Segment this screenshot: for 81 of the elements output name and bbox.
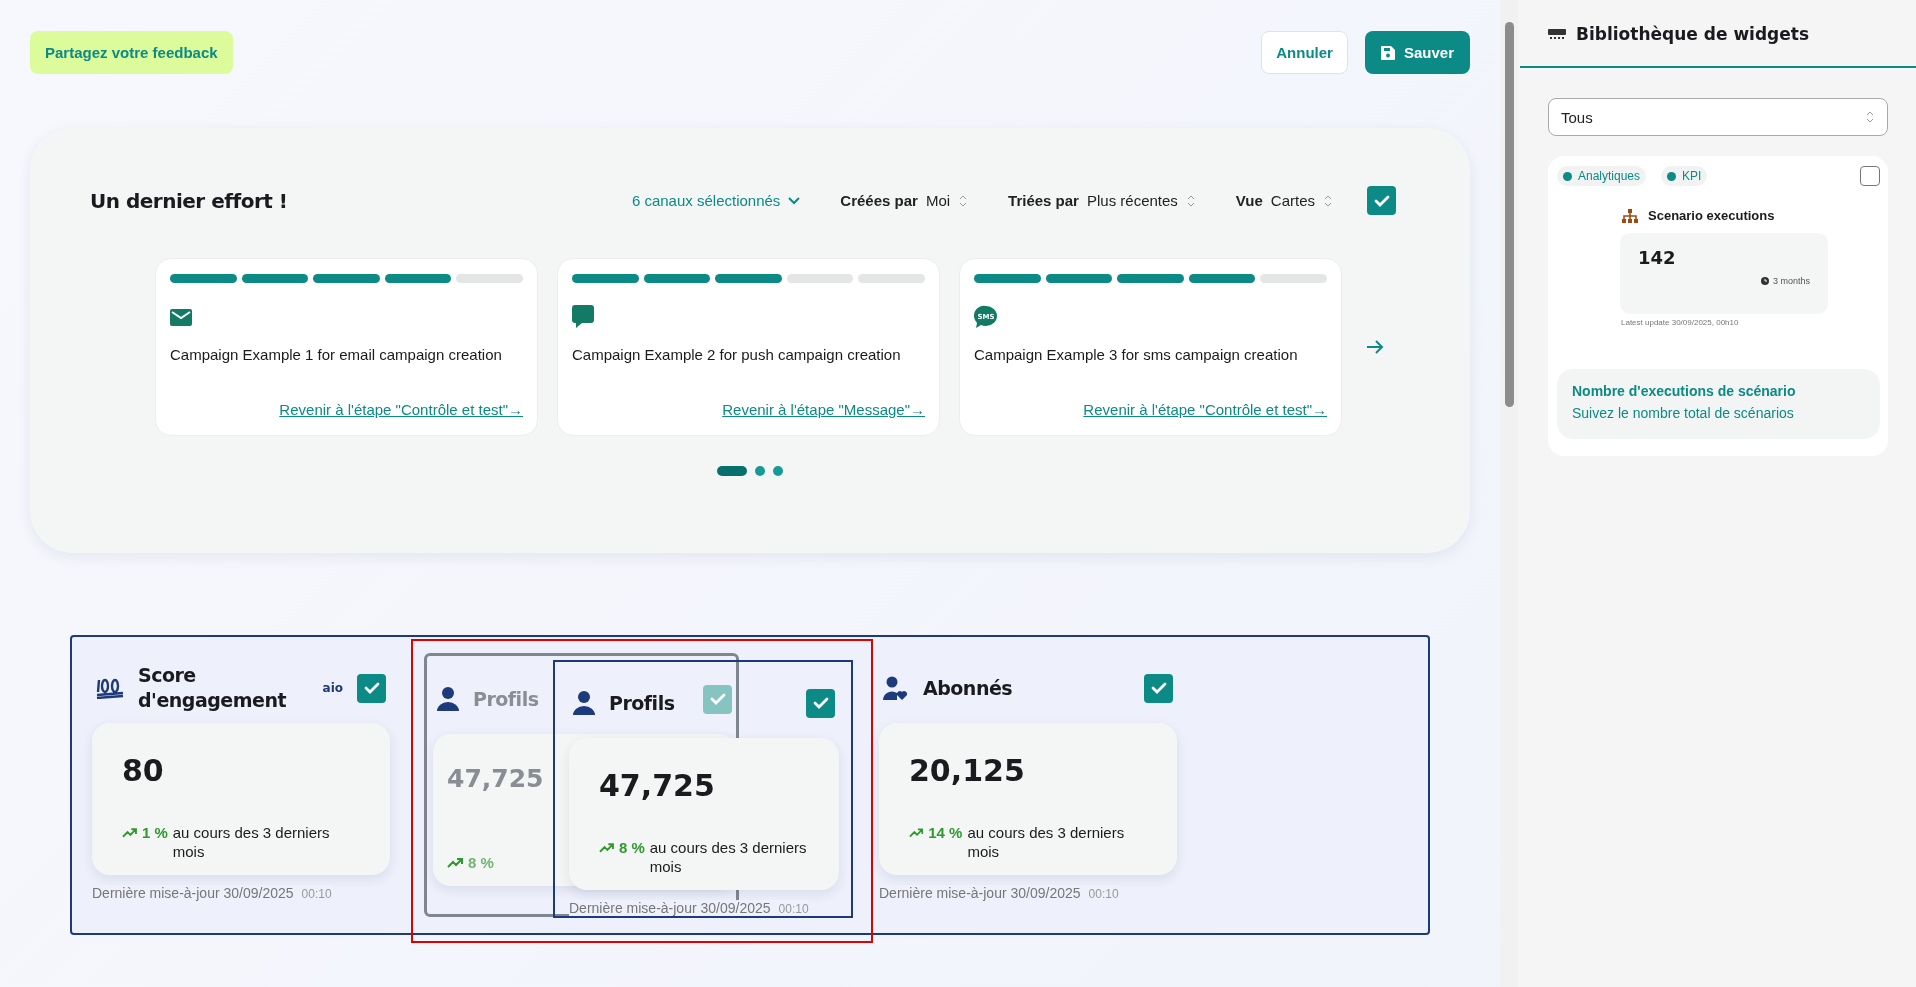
last-update: Dernière mise-à-jour 30/09/2025 bbox=[569, 900, 771, 916]
campaign-name: Campaign Example 1 for email campaign creation bbox=[170, 346, 503, 363]
trend-percent: 8 % bbox=[468, 853, 494, 872]
feedback-button[interactable]: Partagez votre feedback bbox=[30, 31, 233, 74]
scrollbar-thumb[interactable] bbox=[1504, 22, 1514, 407]
check-icon bbox=[1373, 194, 1390, 207]
person-heart-icon bbox=[883, 676, 909, 700]
person-icon bbox=[437, 687, 459, 711]
widget-title: Profils bbox=[473, 686, 539, 712]
check-icon bbox=[709, 693, 726, 705]
cancel-button[interactable]: Annuler bbox=[1261, 31, 1348, 74]
hundred-icon bbox=[96, 677, 124, 699]
category-tag: KPI bbox=[1661, 166, 1708, 186]
clock-icon bbox=[1760, 277, 1769, 285]
envelope-icon bbox=[170, 308, 192, 326]
widget-title: Score d'engagement bbox=[138, 663, 288, 713]
widget-title: Abonnés bbox=[923, 675, 1013, 701]
check-icon bbox=[363, 682, 380, 694]
widget-description: Suivez le nombre total de scénarios bbox=[1572, 405, 1795, 421]
filter-dropdown[interactable]: Vue Cartes bbox=[1229, 191, 1339, 210]
checkbox[interactable] bbox=[703, 684, 732, 714]
metric-value: 20,125 bbox=[909, 753, 1025, 788]
period-label: 3 months bbox=[1772, 276, 1810, 286]
sort-icon bbox=[1185, 193, 1196, 208]
chevron-down-icon bbox=[788, 196, 801, 205]
metric-value: 47,725 bbox=[447, 764, 544, 793]
trend-up-icon bbox=[122, 827, 137, 839]
checkbox[interactable] bbox=[1860, 166, 1880, 186]
library-widget-card[interactable]: Analytiques KPI Scenario executions 142 3 months Latest update 30/09/2025, 00h10 Nombre d'executions de scénario Suivez le nombre total de scénarios bbox=[1548, 156, 1888, 456]
check-icon bbox=[812, 697, 829, 709]
person-icon bbox=[573, 691, 595, 715]
widget-title: Profils bbox=[609, 690, 675, 716]
trend-percent: 8 % bbox=[618, 838, 645, 857]
save-button[interactable]: Sauver bbox=[1364, 31, 1470, 74]
checkbox[interactable] bbox=[1144, 673, 1173, 703]
category-select[interactable]: Tous bbox=[1548, 98, 1888, 136]
update-time: 00:10 bbox=[778, 902, 809, 916]
trend-text: au cours des 3 derniers mois bbox=[172, 823, 331, 861]
metric-value: 47,725 bbox=[599, 768, 715, 803]
sort-icon bbox=[1323, 193, 1333, 208]
last-update: Dernière mise-à-jour 30/09/2025 bbox=[92, 885, 294, 901]
channels-dropdown[interactable]: 6 canaux sélectionnés bbox=[625, 191, 807, 210]
last-update: Dernière mise-à-jour 30/09/2025 bbox=[879, 885, 1081, 901]
trend-percent: 1 % bbox=[141, 823, 168, 842]
back-to-step-link[interactable]: Revenir à l'étape "Message"→ bbox=[722, 401, 925, 418]
aio-label: aio bbox=[322, 681, 343, 695]
back-to-step-link[interactable]: Revenir à l'étape "Contrôle et test"→ bbox=[279, 401, 523, 418]
filter-dropdown[interactable]: Triées par Plus récentes bbox=[1002, 191, 1202, 210]
widget-name: Nombre d'executions de scénario bbox=[1572, 383, 1797, 399]
trend-percent: 14 % bbox=[928, 823, 963, 842]
campaign-name: Campaign Example 2 for push campaign creation bbox=[572, 346, 902, 363]
metric-value: 80 bbox=[122, 753, 164, 788]
update-time: 00:10 bbox=[1088, 887, 1119, 901]
sidebar-title: Bibliothèque de widgets bbox=[1576, 24, 1810, 44]
check-icon bbox=[1150, 682, 1167, 694]
arrow-right-icon[interactable] bbox=[1366, 340, 1384, 354]
trend-up-icon bbox=[447, 857, 463, 869]
trend-up-icon bbox=[599, 842, 614, 854]
widgets-icon bbox=[1548, 29, 1566, 39]
preview-title: Scenario executions bbox=[1648, 208, 1775, 223]
checkbox[interactable] bbox=[806, 688, 835, 718]
pager-dot[interactable] bbox=[755, 466, 765, 476]
trend-text: au cours des 3 derniers mois bbox=[967, 823, 1126, 861]
latest-update: Latest update 30/09/2025, 00h10 bbox=[1621, 318, 1740, 327]
campaign-name: Campaign Example 3 for sms campaign creation bbox=[974, 346, 1299, 363]
update-time: 00:10 bbox=[301, 887, 332, 901]
back-to-step-link[interactable]: Revenir à l'étape "Contrôle et test"→ bbox=[1083, 401, 1327, 418]
trend-text: au cours des 3 derniers mois bbox=[649, 838, 808, 876]
panel-title: Un dernier effort ! bbox=[90, 188, 288, 213]
chat-bubble-icon bbox=[572, 305, 594, 329]
filter-dropdown[interactable]: Créées par Moi bbox=[834, 191, 975, 210]
sort-icon bbox=[958, 193, 969, 208]
pager-dot[interactable] bbox=[773, 466, 783, 476]
category-tag: Analytiques bbox=[1557, 166, 1647, 186]
checkbox[interactable] bbox=[357, 673, 386, 703]
preview-value: 142 bbox=[1638, 247, 1677, 268]
trend-up-icon bbox=[909, 827, 924, 839]
checkbox[interactable] bbox=[1367, 186, 1396, 215]
sort-icon bbox=[1865, 110, 1875, 124]
hierarchy-icon bbox=[1622, 208, 1638, 223]
dragged-widget[interactable]: Profils 47,725 8 % au cours des 3 derniers mois Dernière mise-à-jour 30/09/2025 00:10 bbox=[553, 660, 853, 918]
